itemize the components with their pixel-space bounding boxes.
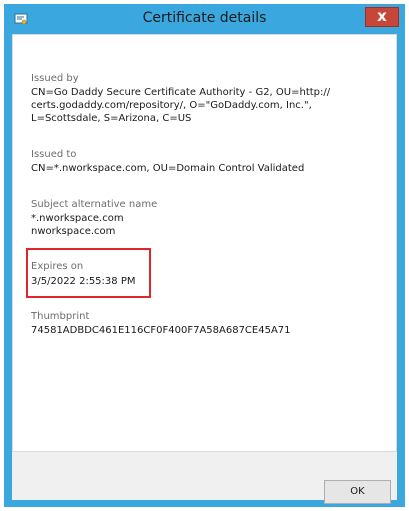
expires-on-value: 3/5/2022 2:55:38 PM [31,276,136,287]
issued-to-value: CN=*.nworkspace.com, OU=Domain Control V… [31,163,305,174]
close-button[interactable]: x [365,7,399,27]
close-icon: x [377,7,387,25]
title-bar[interactable]: Certificate details x [4,4,405,32]
window-title: Certificate details [142,10,267,26]
issued-by-label: Issued by [31,73,79,84]
issued-by-value-line-1: CN=Go Daddy Secure Certificate Authority… [31,87,331,98]
certificate-details-panel: Issued by CN=Go Daddy Secure Certificate… [12,34,397,452]
issued-by-value-line-3: L=Scottsdale, S=Arizona, C=US [31,113,192,124]
dialog-footer: OK [12,452,397,504]
thumbprint-value: 74581ADBDC461E116CF0F400F7A58A687CE45A71 [31,325,291,336]
ok-button[interactable]: OK [324,480,391,504]
thumbprint-label: Thumbprint [31,311,90,322]
expires-on-highlight [26,248,151,298]
certificate-details-window: Certificate details x Issued by CN=Go Da… [4,4,405,507]
expires-on-label: Expires on [31,261,84,272]
subject-alt-name-value-2: nworkspace.com [31,226,116,237]
subject-alt-name-label: Subject alternative name [31,199,158,210]
issued-by-value-line-2: certs.godaddy.com/repository/, O="GoDadd… [31,100,312,111]
dialog-client-area: Issued by CN=Go Daddy Secure Certificate… [12,34,397,504]
issued-to-label: Issued to [31,149,77,160]
subject-alt-name-value-1: *.nworkspace.com [31,213,124,224]
